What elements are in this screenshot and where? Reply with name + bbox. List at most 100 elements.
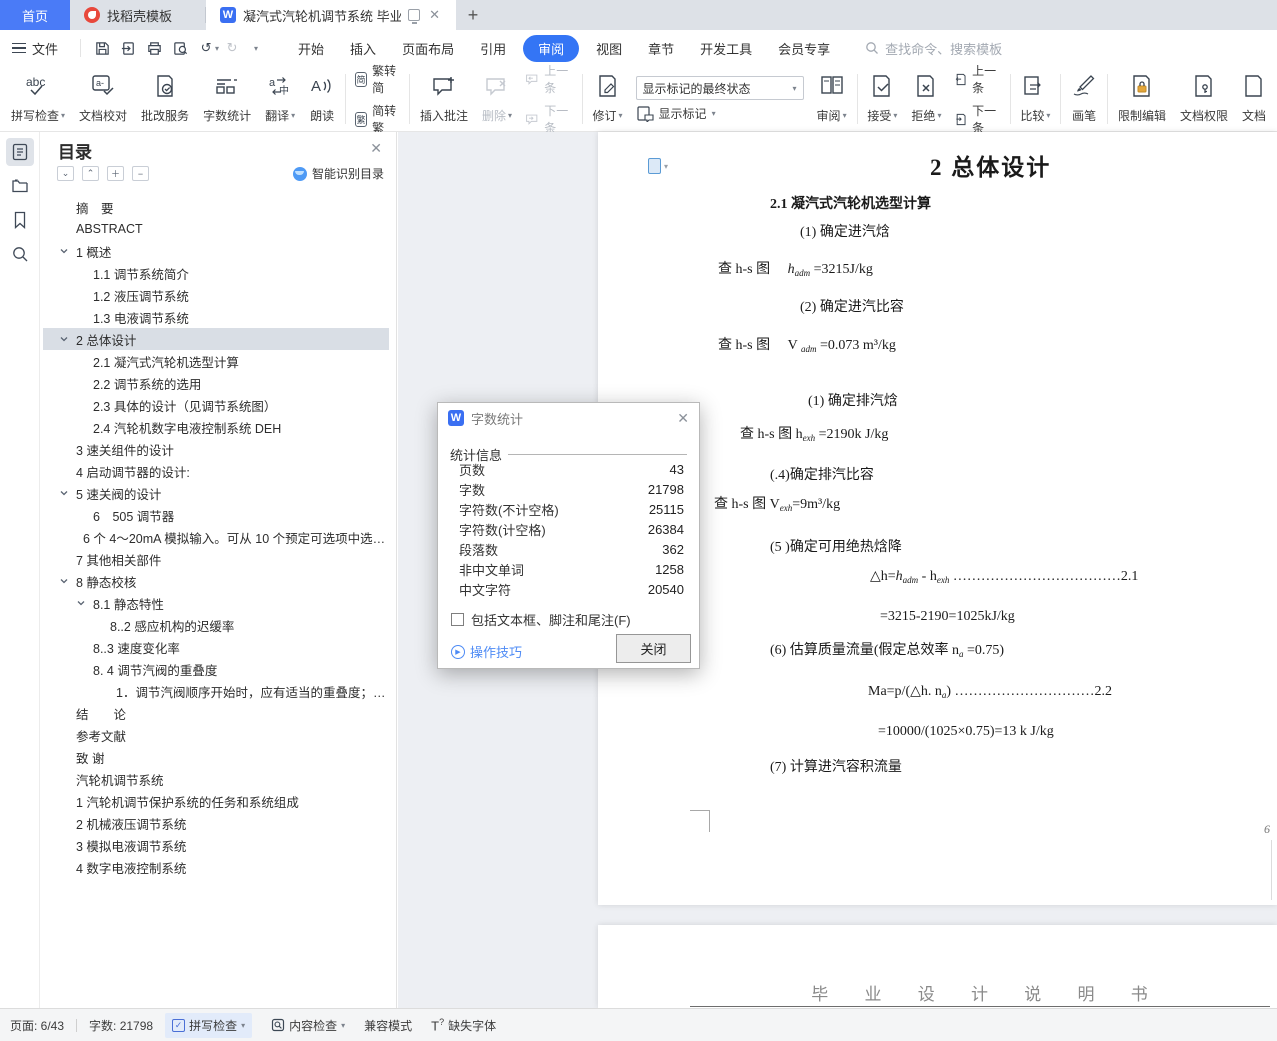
toc-panel-button[interactable] [5, 138, 34, 166]
menu-item-layout[interactable]: 页面布局 [389, 35, 467, 62]
expand-down-button[interactable]: ⌄ [57, 166, 74, 181]
folder-panel-button[interactable] [6, 172, 34, 200]
more-commands-icon[interactable]: ▾ [245, 36, 271, 60]
toc-item[interactable]: 2 总体设计 [43, 328, 389, 350]
reject-button[interactable]: 拒绝 ▾ [904, 69, 948, 129]
next-document-page[interactable]: 毕 业 设 计 说 明 书 [598, 925, 1277, 1008]
chevron-down-icon[interactable] [76, 597, 86, 611]
toc-item[interactable]: 3 速关组件的设计 [43, 438, 389, 460]
print-preview-button[interactable] [167, 36, 193, 60]
collapse-all-button[interactable]: − [132, 166, 149, 181]
toc-item[interactable]: 6 505 调节器 [43, 504, 389, 526]
toc-item[interactable]: 5 速关阀的设计 [43, 482, 389, 504]
word-count-button[interactable]: 字数统计 [196, 69, 258, 129]
search-panel-button[interactable] [6, 240, 34, 268]
compare-button[interactable]: 比较 ▾ [1013, 69, 1057, 129]
menu-item-member[interactable]: 会员专享 [765, 35, 843, 62]
toc-item[interactable]: 2.2 调节系统的选用 [43, 372, 389, 394]
tab-docer[interactable]: 找稻壳模板 [70, 0, 205, 30]
chevron-down-icon[interactable] [59, 333, 69, 347]
content-check-status[interactable]: 内容检查 ▾ [264, 1013, 352, 1038]
menu-item-review[interactable]: 审阅 [523, 34, 580, 62]
delete-comment-button[interactable]: 删除 ▾ [475, 69, 519, 129]
smart-recognize-button[interactable]: 智能识别目录 [292, 165, 384, 182]
chevron-down-icon[interactable] [59, 575, 69, 589]
prev-change-button[interactable]: 上一条 [954, 62, 1000, 96]
toc-item[interactable]: 结 论 [43, 702, 389, 724]
toc-item[interactable]: 2.1 凝汽式汽轮机选型计算 [43, 350, 389, 372]
trad-to-simp-button[interactable]: 简繁转简 [354, 62, 400, 96]
menu-item-insert[interactable]: 插入 [337, 35, 389, 62]
menu-item-home[interactable]: 开始 [285, 35, 337, 62]
show-markup-button[interactable]: 显示标记 ▾ [636, 105, 804, 122]
word-count-indicator[interactable]: 字数: 21798 [89, 1017, 153, 1034]
read-aloud-button[interactable]: A 朗读 [302, 69, 342, 129]
accept-button[interactable]: 接受 ▾ [860, 69, 904, 129]
new-tab-button[interactable]: + [456, 0, 490, 30]
spell-check-status[interactable]: ✓ 拼写检查 ▾ [165, 1012, 253, 1038]
toc-item[interactable]: 8..2 感应机构的迟缓率 [43, 614, 389, 636]
toc-item[interactable]: 1 概述 [43, 240, 389, 262]
simp-to-trad-button[interactable]: 繁简转繁 [354, 102, 400, 136]
print-button[interactable] [141, 36, 167, 60]
tab-home[interactable]: 首页 [0, 0, 70, 30]
toc-item[interactable]: 3 模拟电液调节系统 [43, 834, 389, 856]
toc-item[interactable]: 2.4 汽轮机数字电液控制系统 DEH [43, 416, 389, 438]
tab-close-icon[interactable]: ✕ [427, 7, 442, 23]
translate-button[interactable]: a中 翻译 ▾ [258, 69, 302, 129]
chevron-down-icon[interactable] [59, 245, 69, 259]
close-button[interactable]: 关闭 [616, 634, 691, 663]
toc-item[interactable]: 4 启动调节器的设计: [43, 460, 389, 482]
collapse-up-button[interactable]: ⌃ [82, 166, 99, 181]
toc-item[interactable]: 1.1 调节系统简介 [43, 262, 389, 284]
toc-item[interactable]: 1.3 电液调节系统 [43, 306, 389, 328]
compat-mode-label[interactable]: 兼容模式 [364, 1017, 412, 1034]
monitor-icon[interactable] [407, 9, 421, 24]
expand-all-button[interactable]: ＋ [107, 166, 124, 181]
prev-comment-button[interactable]: 上一条 [525, 62, 573, 96]
toc-item[interactable]: 致 谢 [43, 746, 389, 768]
toc-item[interactable]: 4 数字电液控制系统 [43, 856, 389, 878]
toc-item[interactable]: 汽轮机调节系统 [43, 768, 389, 790]
review-pane-button[interactable]: 审阅 ▾ [810, 69, 854, 129]
missing-font-status[interactable]: T? 缺失字体 [424, 1013, 503, 1038]
toc-item[interactable]: 8.1 静态特性 [43, 592, 389, 614]
menu-item-view[interactable]: 视图 [583, 35, 635, 62]
correction-service-button[interactable]: 批改服务 [134, 69, 196, 129]
next-change-button[interactable]: 下一条 [954, 102, 1000, 136]
doc-proof-button[interactable]: a- 文档校对 [72, 69, 134, 129]
menu-item-references[interactable]: 引用 [467, 35, 519, 62]
file-menu[interactable]: 文件 [0, 39, 72, 58]
spell-check-button[interactable]: abc 拼写检查 ▾ [4, 69, 72, 129]
menu-item-devtools[interactable]: 开发工具 [687, 35, 765, 62]
toc-item[interactable]: 参考文献 [43, 724, 389, 746]
toc-item[interactable]: 2 机械液压调节系统 [43, 812, 389, 834]
toc-item[interactable]: 8 静态校核 [43, 570, 389, 592]
toc-item[interactable]: 7 其他相关部件 [43, 548, 389, 570]
toc-item[interactable]: 1 汽轮机调节保护系统的任务和系统组成 [43, 790, 389, 812]
restrict-edit-button[interactable]: 限制编辑 [1111, 69, 1173, 129]
toc-item[interactable]: 6 个 4～20mA 模拟输入。可从 10 个预定可选项中选… [43, 526, 389, 548]
toc-item[interactable]: 2.3 具体的设计（见调节系统图） [43, 394, 389, 416]
toc-item[interactable]: 8. 4 调节汽阀的重叠度 [43, 658, 389, 680]
command-search[interactable]: 查找命令、搜索模板 [865, 39, 1002, 58]
dialog-title-bar[interactable]: W 字数统计 [438, 403, 699, 433]
toc-item[interactable]: 1．调节汽阀顺序开始时，应有适当的重叠度；… [43, 680, 389, 702]
chevron-down-icon[interactable] [59, 487, 69, 501]
toc-item[interactable]: 摘 要 [43, 196, 389, 218]
toc-item[interactable]: 8..3 速度变化率 [43, 636, 389, 658]
doc-clipped-button[interactable]: 文档 [1235, 69, 1273, 129]
next-comment-button[interactable]: 下一条 [525, 102, 573, 136]
doc-permission-button[interactable]: 文档权限 [1173, 69, 1235, 129]
page-icon-dropdown[interactable]: ▾ [648, 158, 668, 174]
save-button[interactable] [89, 36, 115, 60]
include-footnotes-checkbox[interactable]: 包括文本框、脚注和尾注(F) [451, 610, 631, 629]
insert-comment-button[interactable]: 插入批注 [413, 69, 475, 129]
bookmark-panel-button[interactable] [6, 206, 34, 234]
export-button[interactable] [115, 36, 141, 60]
toc-item[interactable]: 1.2 液压调节系统 [43, 284, 389, 306]
redo-button[interactable]: ↻ [219, 36, 245, 60]
tips-link[interactable]: ▶ 操作技巧 [451, 642, 522, 661]
checkbox-icon[interactable] [451, 613, 464, 626]
tab-document[interactable]: W 凝汽式汽轮机调节系统 毕业论文 ✕ [206, 0, 456, 30]
